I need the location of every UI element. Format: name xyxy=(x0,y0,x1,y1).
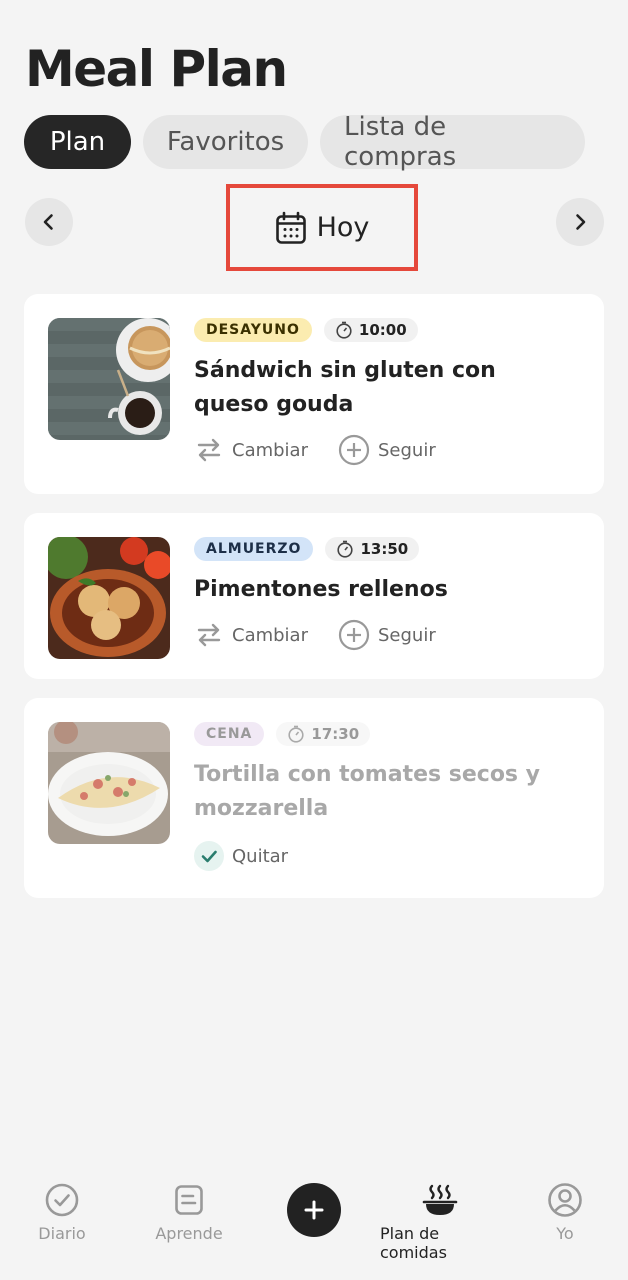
meal-name[interactable]: Sándwich sin gluten con queso gouda xyxy=(194,354,574,422)
swap-icon xyxy=(197,438,221,462)
nav-yo-label: Yo xyxy=(556,1224,574,1243)
swap-button[interactable]: Cambiar xyxy=(194,435,308,465)
meal-time-value: 17:30 xyxy=(311,725,360,743)
chevron-left-icon xyxy=(43,214,53,230)
nav-yo[interactable]: Yo xyxy=(505,1182,625,1243)
calendar-icon xyxy=(275,211,306,244)
page-title: Meal Plan xyxy=(25,40,288,98)
date-label: Hoy xyxy=(316,212,370,243)
date-selector[interactable]: Hoy xyxy=(226,184,418,271)
nav-aprende-label: Aprende xyxy=(155,1224,223,1243)
remove-label: Quitar xyxy=(232,845,289,867)
meal-image-pimentones xyxy=(48,537,170,659)
swap-icon xyxy=(197,623,221,647)
nav-aprende[interactable]: Aprende xyxy=(129,1182,249,1243)
plus-circle-icon xyxy=(338,619,370,651)
follow-button[interactable]: Seguir xyxy=(338,619,436,651)
check-icon xyxy=(194,841,224,871)
bowl-icon xyxy=(422,1184,458,1215)
meal-time-value: 10:00 xyxy=(358,321,407,339)
meal-type-badge: CENA xyxy=(194,722,265,746)
meal-time-value: 13:50 xyxy=(360,540,409,558)
plus-icon xyxy=(304,1200,324,1220)
user-icon xyxy=(548,1183,582,1217)
swap-button[interactable]: Cambiar xyxy=(194,620,308,650)
meal-card-desayuno[interactable]: DESAYUNO 10:00 Sándwich sin gluten con q… xyxy=(24,294,604,494)
meal-type-badge: ALMUERZO xyxy=(194,537,314,561)
meal-type-badge: DESAYUNO xyxy=(194,318,312,342)
stopwatch-icon xyxy=(288,725,304,743)
follow-label: Seguir xyxy=(378,624,436,646)
tab-favoritos[interactable]: Favoritos xyxy=(143,115,308,169)
follow-label: Seguir xyxy=(378,439,436,461)
meal-time: 10:00 xyxy=(323,318,418,342)
swap-label: Cambiar xyxy=(232,624,308,646)
swap-label: Cambiar xyxy=(232,439,308,461)
follow-button[interactable]: Seguir xyxy=(338,434,436,466)
tab-plan[interactable]: Plan xyxy=(24,115,131,169)
next-day-button[interactable] xyxy=(556,198,604,246)
document-icon xyxy=(175,1185,203,1215)
check-circle-icon xyxy=(45,1183,79,1217)
add-button[interactable] xyxy=(287,1183,341,1237)
bottom-nav: Diario Aprende Plan de comidas Yo xyxy=(0,1168,628,1280)
nav-diario-label: Diario xyxy=(38,1224,86,1243)
meal-image-tortilla xyxy=(48,722,170,844)
remove-button[interactable]: Quitar xyxy=(194,841,288,871)
meal-name[interactable]: Pimentones rellenos xyxy=(194,573,574,607)
meal-time: 17:30 xyxy=(276,722,371,746)
meal-image-sandwich xyxy=(48,318,170,440)
meal-name[interactable]: Tortilla con tomates secos y mozzarella xyxy=(194,758,574,826)
stopwatch-icon xyxy=(337,540,354,558)
meal-card-cena[interactable]: CENA 17:30 Tortilla con tomates secos y … xyxy=(24,698,604,898)
nav-diario[interactable]: Diario xyxy=(2,1182,122,1243)
tab-bar: Plan Favoritos Lista de compras xyxy=(24,112,585,172)
meal-time: 13:50 xyxy=(325,537,420,561)
plus-circle-icon xyxy=(338,434,370,466)
chevron-right-icon xyxy=(576,214,586,230)
nav-plan-de-comidas-label: Plan de comidas xyxy=(380,1224,447,1262)
tab-lista-de-compras[interactable]: Lista de compras xyxy=(320,112,585,172)
prev-day-button[interactable] xyxy=(25,198,73,246)
nav-plan-de-comidas[interactable]: Plan de comidas xyxy=(380,1182,500,1262)
stopwatch-icon xyxy=(336,321,352,339)
meal-card-almuerzo[interactable]: ALMUERZO 13:50 Pimentones rellenos Cambi… xyxy=(24,513,604,679)
